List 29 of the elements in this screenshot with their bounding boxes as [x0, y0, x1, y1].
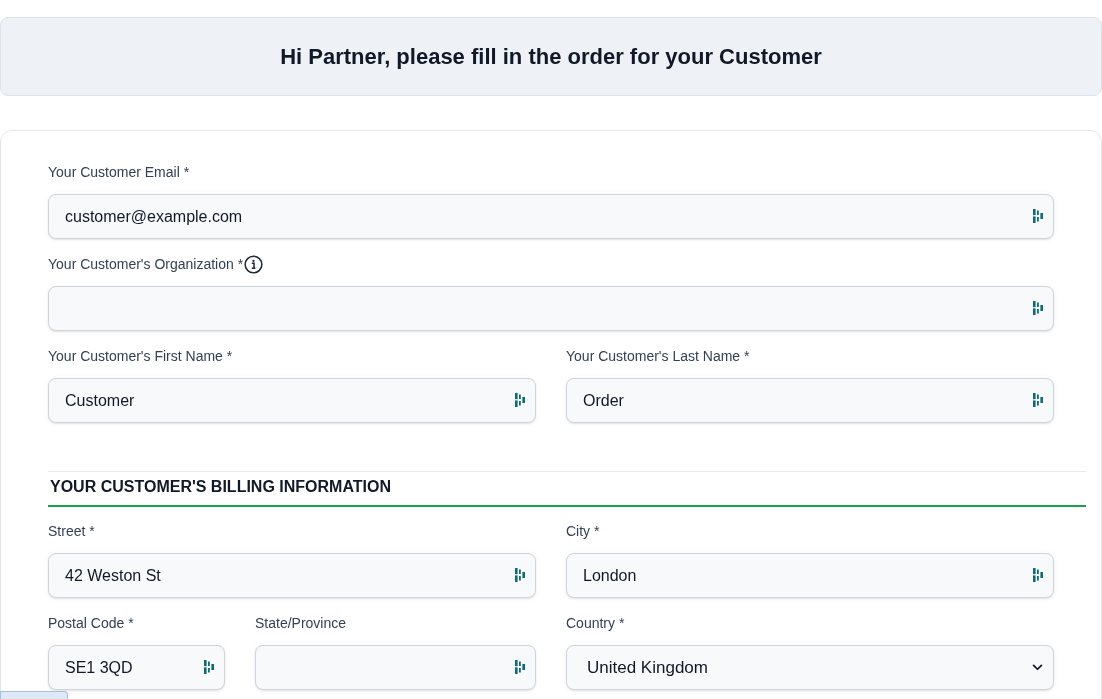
- country-select[interactable]: United Kingdom: [566, 645, 1054, 690]
- section-heading: YOUR CUSTOMER'S BILLING INFORMATION: [49, 477, 392, 497]
- field-label: Postal Code *: [48, 614, 134, 633]
- bars-icon: [1033, 393, 1043, 407]
- field-label: Your Customer's Organization *: [48, 255, 244, 274]
- input-field[interactable]: [48, 286, 1054, 331]
- bars-icon: [515, 568, 525, 582]
- bars-icon: [515, 393, 525, 407]
- field-label: Your Customer's Last Name *: [566, 347, 750, 366]
- bars-icon: [1033, 209, 1043, 223]
- bars-icon: [1033, 568, 1043, 582]
- field-label: Your Customer's First Name *: [48, 347, 233, 366]
- field-label: Country *: [566, 614, 625, 633]
- bars-icon: [515, 660, 525, 674]
- input-field[interactable]: customer@example.com: [48, 194, 1054, 239]
- input-field[interactable]: Order: [566, 378, 1054, 423]
- bars-icon: [1033, 301, 1043, 315]
- input-field[interactable]: Customer: [48, 378, 536, 423]
- chevron-down-icon: [1032, 664, 1043, 671]
- input-field[interactable]: London: [566, 553, 1054, 598]
- field-label: Street *: [48, 522, 95, 541]
- bars-icon: [204, 660, 214, 674]
- input-field[interactable]: [255, 645, 536, 690]
- field-label: State/Province: [255, 614, 347, 633]
- input-field[interactable]: 42 Weston St: [48, 553, 536, 598]
- field-label: Your Customer Email *: [48, 163, 190, 182]
- page-title: Hi Partner, please fill in the order for your Customer: [280, 42, 822, 71]
- input-field[interactable]: SE1 3QD: [48, 645, 225, 690]
- field-label: City *: [566, 522, 600, 541]
